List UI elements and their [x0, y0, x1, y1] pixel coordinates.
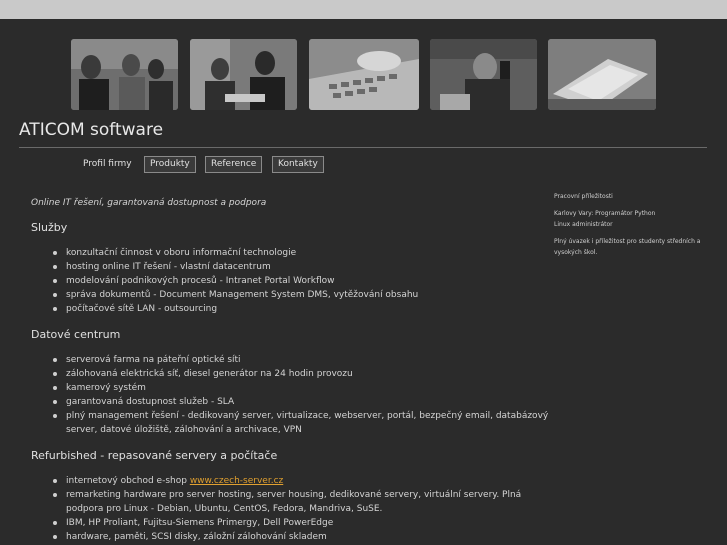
eshop-label: internetový obchod e-shop	[66, 476, 190, 486]
list-item: plný management řešení - dedikovaný serv…	[31, 409, 551, 437]
site-logo[interactable]: ATICOM software	[19, 120, 163, 140]
list-item: garantovaná dostupnost služeb - SLA	[31, 395, 551, 409]
nav-item-produkty[interactable]: Produkty	[144, 156, 196, 173]
sidebar-job: Karlovy Vary: Programátor Python Linux a…	[554, 208, 704, 230]
nav-item-kontakty[interactable]: Kontakty	[272, 156, 324, 173]
services-list: konzultační činnost v oboru informační t…	[31, 246, 551, 316]
top-bar	[0, 0, 727, 19]
office-team-photo	[71, 39, 178, 110]
header-photo	[309, 39, 419, 110]
tagline: Online IT řešení, garantovaná dostupnost…	[31, 198, 267, 208]
section-heading-datove-centrum: Datové centrum	[31, 328, 121, 341]
sidebar-note: Plný úvazek i příležitost pro studenty s…	[554, 238, 701, 256]
list-item: IBM, HP Proliant, Fujitsu-Siemens Primer…	[31, 516, 551, 530]
list-item: internetový obchod e-shop www.czech-serv…	[31, 474, 551, 488]
phone-call-photo	[430, 39, 537, 110]
hardware-photo	[548, 39, 656, 110]
list-item: hosting online IT řešení - vlastní datac…	[31, 260, 551, 274]
header-photo	[190, 39, 297, 110]
job-position[interactable]: Karlovy Vary: Programátor Python	[554, 210, 655, 217]
eshop-link[interactable]: www.czech-server.cz	[190, 476, 283, 486]
header-divider	[19, 147, 707, 148]
list-item: modelování podnikových procesů - Intrane…	[31, 274, 551, 288]
sidebar-jobs: Pracovní příležitosti Karlovy Vary: Prog…	[554, 191, 704, 264]
header-photo	[430, 39, 537, 110]
list-item: zálohovaná elektrická síť, diesel generá…	[31, 367, 551, 381]
nav-item-profil-firmy[interactable]: Profil firmy	[83, 156, 132, 173]
list-item: konzultační činnost v oboru informační t…	[31, 246, 551, 260]
job-position-2[interactable]: Linux administrátor	[554, 221, 613, 228]
keyboard-photo	[309, 39, 419, 110]
list-item: správa dokumentů - Document Management S…	[31, 288, 551, 302]
list-item: serverová farma na páteřní optické síti	[31, 353, 551, 367]
sidebar-title: Pracovní příležitosti	[554, 193, 613, 200]
list-item: hardware, paměti, SCSI disky, záložní zá…	[31, 530, 551, 544]
meeting-photo	[190, 39, 297, 110]
header-photo	[548, 39, 656, 110]
list-item: počítačové sítě LAN - outsourcing	[31, 302, 551, 316]
header-photo	[71, 39, 178, 110]
list-item: kamerový systém	[31, 381, 551, 395]
section-heading-refurbished: Refurbished - repasované servery a počít…	[31, 449, 278, 462]
datacenter-list: serverová farma na páteřní optické síti …	[31, 353, 551, 437]
nav-item-reference[interactable]: Reference	[205, 156, 263, 173]
refurbished-list: internetový obchod e-shop www.czech-serv…	[31, 474, 551, 544]
main-content: Online IT řešení, garantovaná dostupnost…	[31, 197, 551, 545]
section-heading-sluzby: Služby	[31, 221, 68, 234]
list-item: remarketing hardware pro server hosting,…	[31, 488, 551, 516]
